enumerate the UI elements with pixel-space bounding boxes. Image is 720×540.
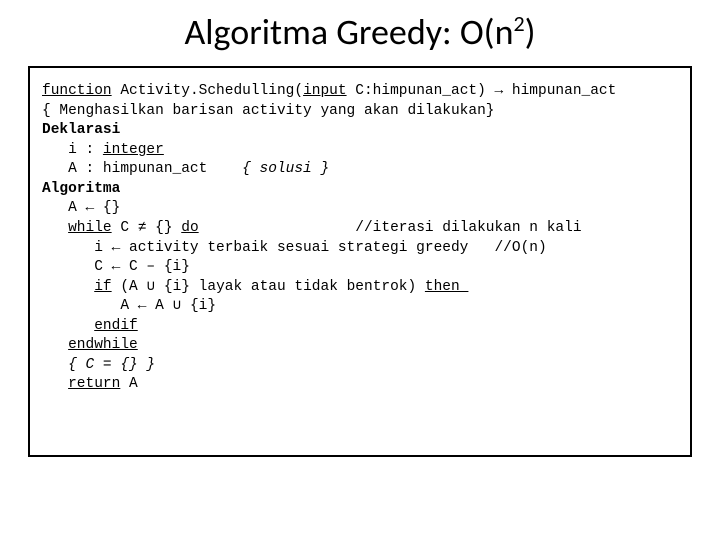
slide-title: Algoritma Greedy: O(n2) (0, 10, 720, 54)
title-superscript: 2 (513, 10, 524, 37)
kw-algoritma: Algoritma (42, 181, 120, 197)
code-decl-i-pre: i : (42, 142, 103, 158)
kw-endwhile: endwhile (68, 337, 138, 353)
kw-deklarasi: Deklarasi (42, 122, 120, 138)
code-endwhile-pre (42, 337, 68, 353)
code-fn-name: Activity.Schedulling( (112, 83, 303, 99)
kw-input: input (303, 83, 347, 99)
code-comment-desc: { Menghasilkan barisan activity yang aka… (42, 103, 494, 119)
code-decl-a: A : himpunan_act (42, 161, 242, 177)
code-if-cond: (A ∪ {i} layak atau tidak bentrok) (112, 279, 425, 295)
code-comment-solusi: { solusi } (242, 161, 329, 177)
code-line-i: i ← activity terbaik sesuai strategi gre… (42, 240, 547, 256)
kw-integer: integer (103, 142, 164, 158)
code-endif-pre (42, 318, 94, 334)
kw-function: function (42, 83, 112, 99)
code-while-pre (42, 220, 68, 236)
code-comment-c: { C = {} } (68, 357, 155, 373)
code-return-pre (42, 376, 68, 392)
pseudocode-box: function Activity.Schedulling(input C:hi… (28, 66, 692, 457)
slide: Algoritma Greedy: O(n2) function Activit… (0, 0, 720, 540)
code-line-c: C ← C – {i} (42, 259, 190, 275)
kw-return: return (68, 376, 120, 392)
code-sig-rest: C:himpunan_act) → himpunan_act (347, 83, 617, 99)
code-if-pre (42, 279, 94, 295)
kw-endif: endif (94, 318, 138, 334)
code-line-assign: A ← A ∪ {i} (42, 298, 216, 314)
kw-then: then (425, 279, 469, 295)
kw-while: while (68, 220, 112, 236)
code-while-comment: //iterasi dilakukan n kali (199, 220, 582, 236)
code-while-cond: C ≠ {} (112, 220, 182, 236)
code-return-val: A (120, 376, 137, 392)
title-suffix: ) (525, 10, 536, 54)
code-comment-c-pre (42, 357, 68, 373)
code-a-init: A ← {} (42, 200, 120, 216)
title-prefix: Algoritma Greedy: O(n (184, 10, 513, 54)
kw-do: do (181, 220, 198, 236)
kw-if: if (94, 279, 111, 295)
